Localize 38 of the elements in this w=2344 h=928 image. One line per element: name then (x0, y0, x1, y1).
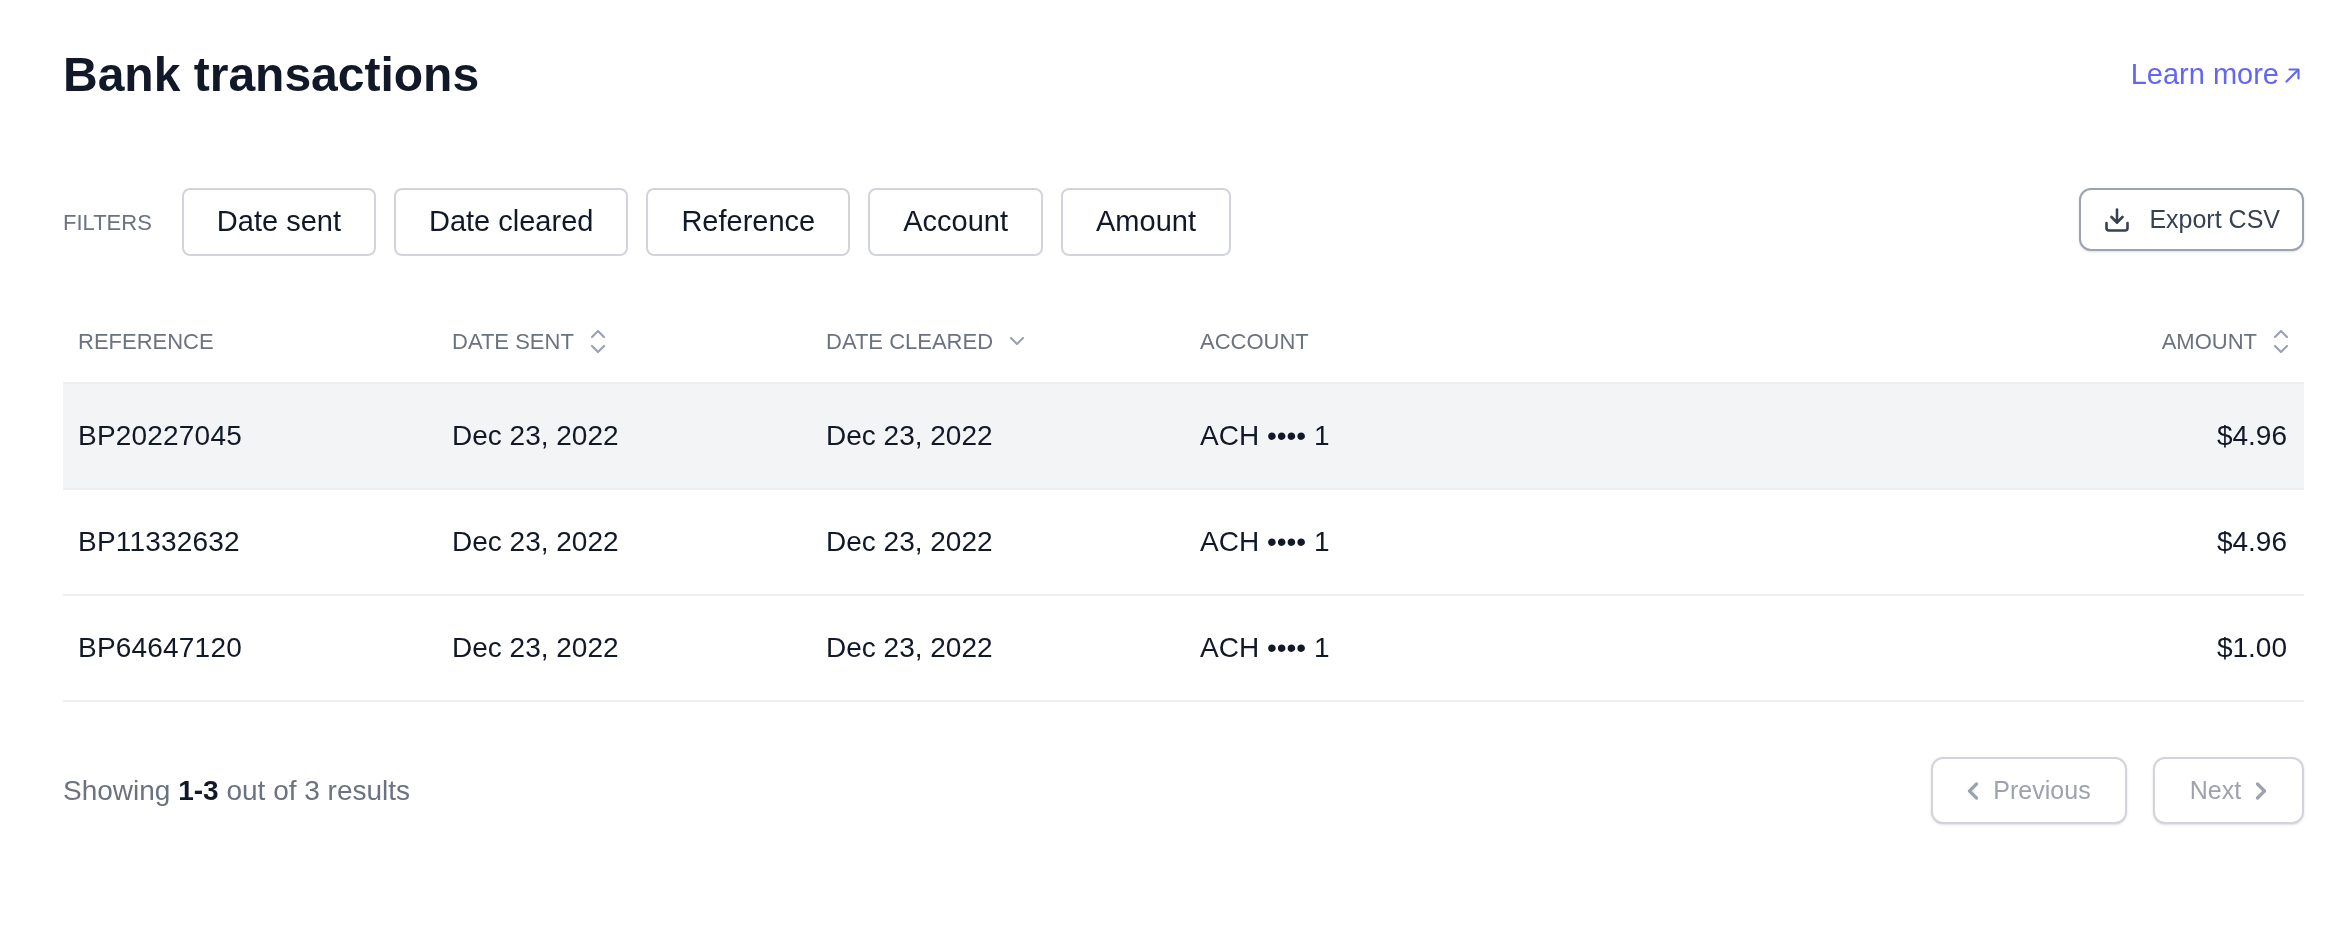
table-cell-text: ACH •••• 1 (1200, 631, 1330, 665)
table-cell-text: $4.96 (2216, 419, 2287, 453)
table-cell-text: Dec 23, 2022 (452, 419, 619, 453)
table-row[interactable]: BP20227045 Dec 23, 2022 Dec 23, 2022 ACH •••• 1 $4.96 (63, 384, 2304, 490)
column-header: DATE CLEARED (826, 327, 994, 356)
column-header: DATE SENT (452, 327, 574, 356)
chevron-right-icon (2255, 781, 2268, 800)
table-cell-text: ACH •••• 1 (1200, 525, 1330, 559)
column-header: REFERENCE (78, 327, 214, 356)
table-cell-text: Dec 23, 2022 (826, 419, 993, 453)
arrow-up-right-icon (2285, 67, 2300, 83)
page-title: Bank transactions (63, 47, 480, 103)
filter-button[interactable]: Date cleared (393, 188, 629, 256)
table-cell-text: Dec 23, 2022 (452, 525, 619, 559)
chevron-left-icon (1967, 781, 1980, 800)
sort-icon[interactable] (589, 328, 606, 354)
filter-button[interactable]: Reference (646, 188, 851, 256)
table-cell-text: Dec 23, 2022 (826, 631, 993, 665)
filters-label: FILTERS (63, 208, 152, 237)
table-cell-text: ACH •••• 1 (1200, 419, 1330, 453)
table-cell-text: $4.96 (2216, 525, 2287, 559)
chevron-down-icon[interactable] (1009, 336, 1026, 346)
filter-button[interactable]: Date sent (181, 188, 376, 256)
download-icon (2105, 207, 2130, 232)
filter-button[interactable]: Amount (1061, 188, 1231, 256)
column-header: ACCOUNT (1200, 327, 1309, 356)
export-csv-button[interactable]: Export CSV (2079, 188, 2304, 251)
table-cell-text: $1.00 (2216, 631, 2287, 665)
column-header: AMOUNT (2161, 327, 2257, 356)
table-cell-text: BP64647120 (78, 631, 242, 665)
sort-icon[interactable] (2273, 328, 2289, 354)
table-cell-text: BP20227045 (78, 419, 242, 453)
table-cell-text: BP11332632 (78, 525, 240, 559)
table-cell-text: Dec 23, 2022 (452, 631, 619, 665)
learn-more-link[interactable]: Learn more (2130, 53, 2300, 97)
filter-button[interactable]: Account (868, 188, 1043, 256)
table-cell-text: Dec 23, 2022 (826, 525, 993, 559)
results-summary: Showing 1-3 out of 3 results (63, 773, 411, 808)
